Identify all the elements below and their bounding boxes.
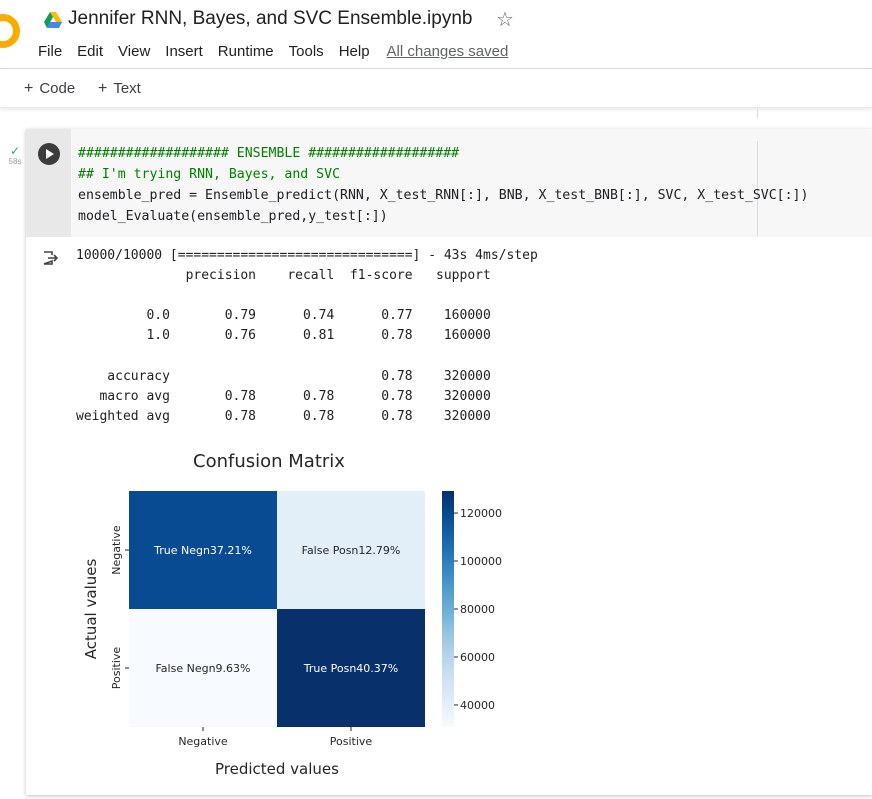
- add-code-button[interactable]: + Code: [24, 80, 75, 98]
- colorbar-tick-label: 120000: [460, 507, 502, 520]
- report-line: 0.0 0.79 0.74 0.77 160000: [76, 308, 491, 324]
- report-line: 1.0 0.76 0.81 0.78 160000: [76, 328, 491, 344]
- run-cell-button[interactable]: [38, 143, 60, 165]
- colab-logo[interactable]: [0, 14, 20, 48]
- menu-file[interactable]: File: [38, 43, 62, 60]
- cell-label: True Posn40.37%: [303, 662, 398, 675]
- code-text[interactable]: ################### ENSEMBLE ###########…: [78, 143, 808, 227]
- cell-toolbar: + Code + Text: [0, 70, 872, 108]
- output-redirect-icon[interactable]: [42, 250, 58, 266]
- cell-label: False Posn12.79%: [302, 544, 401, 557]
- chart-title: Confusion Matrix: [193, 451, 345, 472]
- cell-label: False Negn9.63%: [155, 662, 250, 675]
- colorbar-tick-label: 100000: [460, 555, 502, 568]
- report-line: accuracy 0.78 320000: [76, 368, 491, 384]
- menu-insert[interactable]: Insert: [165, 43, 203, 60]
- add-text-button[interactable]: + Text: [98, 80, 141, 98]
- cell-exec-status: ✓ 58s: [5, 145, 25, 166]
- notebook-title[interactable]: Jennifer RNN, Bayes, and SVC Ensemble.ip…: [68, 8, 472, 30]
- y-axis-label: Actual values: [82, 559, 100, 660]
- x-tick-label: Positive: [330, 735, 373, 748]
- x-axis-label: Predicted values: [215, 760, 339, 778]
- plus-icon: +: [98, 80, 108, 97]
- progress-line: 10000/10000 [===========================…: [76, 248, 538, 263]
- y-tick-label: Negative: [110, 525, 123, 575]
- menu-edit[interactable]: Edit: [77, 43, 103, 60]
- cell-label: True Negn37.21%: [153, 544, 252, 557]
- code-line: ## I'm trying RNN, Bayes, and SVC: [78, 167, 341, 182]
- menu-view[interactable]: View: [118, 43, 150, 60]
- cell-output-text: 10000/10000 [===========================…: [76, 246, 538, 427]
- code-line: ensemble_pred = Ensemble_predict(RNN, X_…: [78, 188, 809, 203]
- add-text-label: Text: [113, 80, 141, 97]
- add-code-label: Code: [39, 80, 76, 97]
- check-icon: ✓: [9, 144, 21, 158]
- menu-tools[interactable]: Tools: [289, 43, 324, 60]
- colorbar-tick-label: 60000: [460, 651, 495, 664]
- colorbar-tick-label: 40000: [460, 699, 495, 712]
- exec-time: 58s: [8, 157, 22, 166]
- menu-bar: File Edit View Insert Runtime Tools Help…: [38, 43, 523, 60]
- menu-runtime[interactable]: Runtime: [218, 43, 274, 60]
- report-line: precision recall f1-score support: [76, 268, 491, 284]
- x-tick-label: Negative: [178, 735, 228, 748]
- report-line: weighted avg 0.78 0.78 0.78 320000: [76, 408, 491, 424]
- colorbar: [442, 491, 454, 727]
- menu-help[interactable]: Help: [339, 43, 370, 60]
- colorbar-tick-label: 80000: [460, 603, 495, 616]
- code-line: model_Evaluate(ensemble_pred,y_test[:]): [78, 209, 388, 224]
- plus-icon: +: [24, 80, 34, 97]
- y-tick-label: Positive: [110, 647, 123, 690]
- report-line: macro avg 0.78 0.78 0.78 320000: [76, 388, 491, 404]
- divider: [757, 108, 758, 118]
- confusion-matrix-heatmap: True Negn37.21% False Posn12.79% False Neg…: [82, 491, 502, 778]
- star-icon[interactable]: ☆: [496, 7, 514, 32]
- code-line: ################### ENSEMBLE ###########…: [78, 146, 460, 161]
- save-status[interactable]: All changes saved: [387, 43, 509, 60]
- notebook-header: Jennifer RNN, Bayes, and SVC Ensemble.ip…: [0, 0, 872, 69]
- google-drive-icon[interactable]: [44, 12, 62, 28]
